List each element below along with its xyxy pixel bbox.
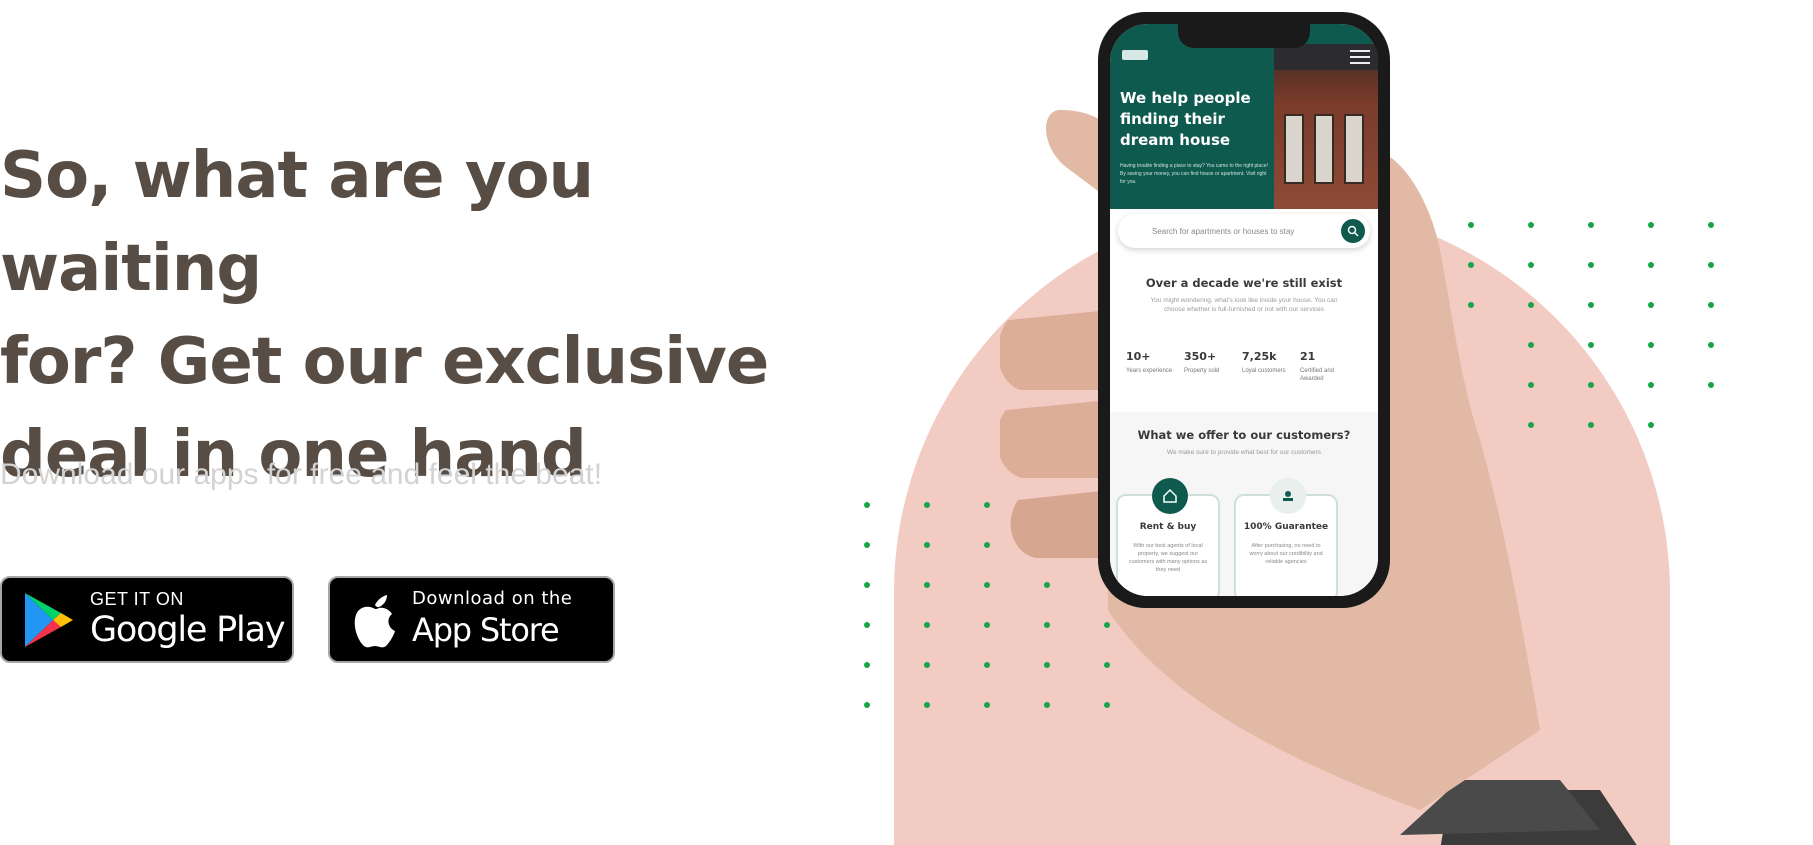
headline-line-2: for? Get our exclusive	[0, 325, 769, 399]
headline-line-1: So, what are you waiting	[0, 139, 594, 306]
decorative-dot	[864, 582, 870, 588]
stat-label: Property sold	[1184, 368, 1220, 374]
stat-value: 7,25k	[1242, 350, 1277, 363]
phone-notch	[1178, 24, 1310, 48]
google-play-big-label: Google Play	[90, 609, 286, 650]
decorative-dot	[984, 622, 990, 628]
card-title: 100% Guarantee	[1243, 522, 1329, 532]
phone-screen: We help people finding their dream house…	[1110, 24, 1378, 596]
google-play-small-label: GET IT ON	[90, 588, 184, 609]
decorative-dot	[924, 702, 930, 708]
decorative-dot	[984, 542, 990, 548]
app-store-small-label: Download on the	[412, 587, 573, 609]
decorative-dot	[924, 502, 930, 508]
section1-desc: You might wondering, what's look like in…	[1150, 297, 1338, 313]
phone-logo	[1122, 50, 1148, 60]
headline: So, what are you waiting for? Get our ex…	[0, 130, 870, 502]
stat-value: 10+	[1126, 350, 1151, 363]
phone-search-placeholder: Search for apartments or houses to stay	[1152, 226, 1295, 236]
decorative-dot	[1648, 222, 1654, 228]
stat-item: 21 Certified and Awarded	[1300, 350, 1358, 383]
decorative-dot	[1648, 382, 1654, 388]
decorative-dot	[984, 702, 990, 708]
section1-title: Over a decade we're still exist	[1145, 276, 1343, 290]
phone-hero-desc: Having trouble finding a place to stay? …	[1120, 163, 1268, 185]
phone-search-input[interactable]: Search for apartments or houses to stay	[1118, 214, 1370, 248]
google-play-button[interactable]: GET IT ON Google Play	[0, 576, 294, 663]
decorative-dot	[984, 502, 990, 508]
stat-item: 10+ Years experience	[1126, 350, 1184, 383]
stat-item: 7,25k Loyal customers	[1242, 350, 1300, 383]
stat-item: 350+ Property sold	[1184, 350, 1242, 383]
decorative-dot	[1708, 302, 1714, 308]
subtext: Download our apps for free and feel the …	[0, 458, 603, 491]
stat-label: Certified and Awarded	[1300, 368, 1335, 382]
menu-icon[interactable]	[1350, 50, 1370, 68]
phone-hero-title: We help people finding their dream house	[1120, 89, 1251, 149]
stat-value: 21	[1300, 350, 1316, 363]
decorative-dot	[1708, 382, 1714, 388]
app-store-big-label: App Store	[412, 610, 560, 649]
decorative-dot	[1648, 302, 1654, 308]
card-desc: With our best agents of local property, …	[1128, 543, 1208, 573]
decorative-dot	[924, 622, 930, 628]
decorative-dot	[864, 502, 870, 508]
decorative-dot	[924, 542, 930, 548]
house-photo	[1274, 44, 1378, 209]
handshake-icon	[1270, 478, 1306, 514]
card-desc: After purchasing, no need to worry about…	[1249, 543, 1323, 565]
house-icon	[1152, 478, 1188, 514]
stat-value: 350+	[1184, 350, 1217, 363]
stat-label: Years experience	[1126, 368, 1173, 374]
decorative-dot	[924, 582, 930, 588]
decorative-dot	[1708, 222, 1714, 228]
stats-row: 10+ Years experience 350+ Property sold …	[1126, 350, 1366, 383]
decorative-dot	[1648, 422, 1654, 428]
card-title: Rent & buy	[1139, 522, 1197, 532]
app-store-button[interactable]: Download on the App Store	[328, 576, 615, 663]
stat-label: Loyal customers	[1242, 368, 1286, 374]
decorative-dot	[1648, 342, 1654, 348]
decorative-dot	[864, 702, 870, 708]
decorative-dot	[864, 662, 870, 668]
decorative-dot	[1648, 262, 1654, 268]
decorative-dot	[1708, 342, 1714, 348]
decorative-dot	[924, 662, 930, 668]
phone-mockup: We help people finding their dream house…	[1098, 12, 1390, 608]
search-icon[interactable]	[1341, 219, 1365, 243]
section2-desc: We make sure to provide what best for ou…	[1166, 449, 1322, 456]
offer-card-rent[interactable]: Rent & buy With our best agents of local…	[1116, 478, 1220, 596]
section2-title: What we offer to our customers?	[1137, 428, 1351, 442]
offer-card-guarantee[interactable]: 100% Guarantee After purchasing, no need…	[1234, 478, 1338, 596]
decorative-dot	[864, 622, 870, 628]
decorative-dot	[864, 542, 870, 548]
decorative-dot	[1708, 262, 1714, 268]
decorative-dot	[984, 582, 990, 588]
decorative-dot	[984, 662, 990, 668]
apple-icon	[350, 589, 400, 651]
google-play-icon	[20, 589, 78, 651]
